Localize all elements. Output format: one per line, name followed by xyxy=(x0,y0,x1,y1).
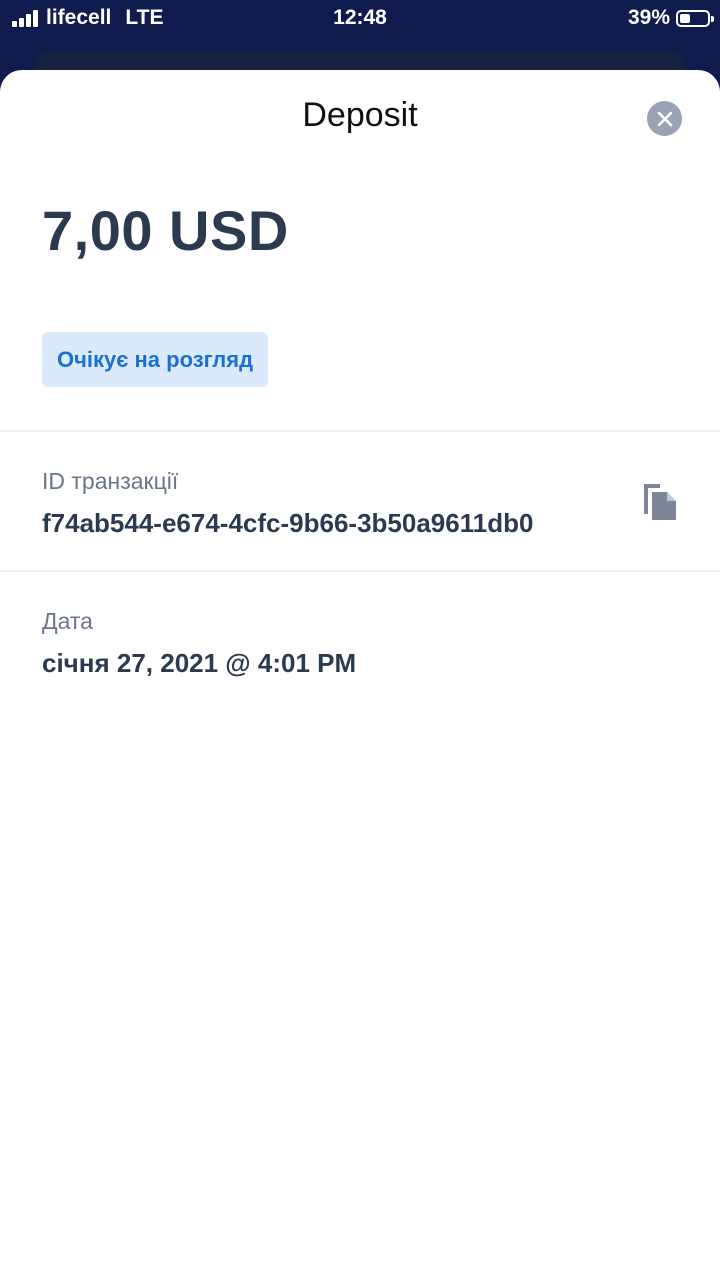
date-value: січня 27, 2021 @ 4:01 PM xyxy=(42,648,357,678)
status-right: 39% xyxy=(627,6,714,30)
status-time: 12:48 xyxy=(333,6,387,29)
transaction-id-label: ID транзакції xyxy=(42,468,179,494)
battery-percent: 39% xyxy=(627,6,670,29)
date-label: Дата xyxy=(42,608,93,634)
copy-icon xyxy=(644,484,676,520)
battery-icon xyxy=(676,9,714,27)
battery-tip xyxy=(711,15,714,22)
battery-fill xyxy=(680,13,690,23)
deposit-sheet: Deposit 7,00 USD Очікує на розгляд ID тр… xyxy=(0,70,720,1280)
divider xyxy=(0,430,720,432)
close-button[interactable] xyxy=(647,101,682,136)
status-badge: Очікує на розгляд xyxy=(42,332,269,387)
close-icon xyxy=(657,111,672,126)
transaction-id-value: f74ab544-e674-4cfc-9b66-3b50a9611db0 xyxy=(42,508,534,538)
sheet-title: Deposit xyxy=(302,96,418,134)
deposit-amount: 7,00 USD xyxy=(42,199,289,262)
copy-transaction-id-button[interactable] xyxy=(640,480,680,524)
status-bar: lifecell LTE 12:48 39% xyxy=(0,0,720,36)
divider xyxy=(0,570,720,572)
